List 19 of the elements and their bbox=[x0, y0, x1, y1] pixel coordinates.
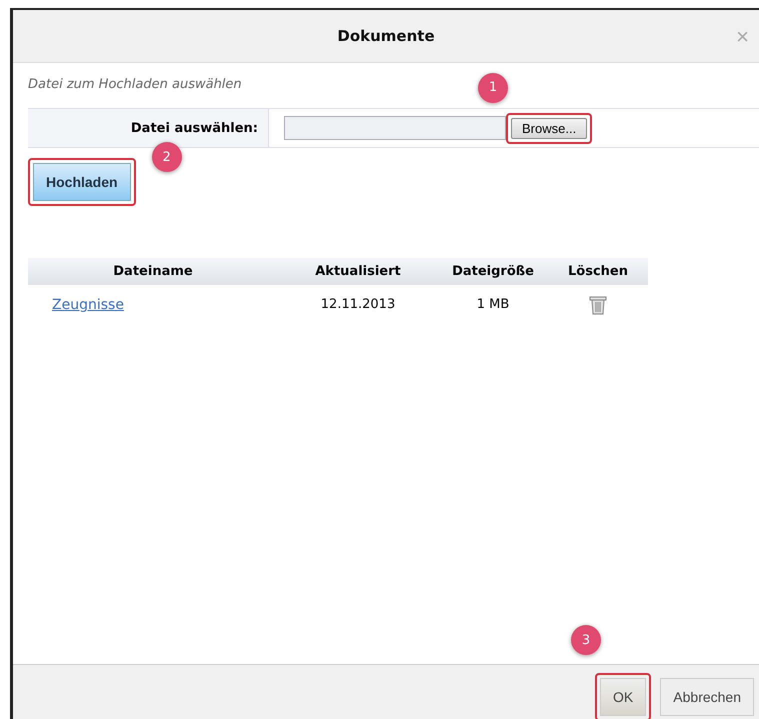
column-header: Aktualisiert bbox=[278, 258, 438, 285]
ok-button[interactable]: OK bbox=[600, 678, 646, 716]
trash-icon[interactable] bbox=[589, 295, 607, 315]
step-number: 3 bbox=[571, 625, 602, 655]
browse-button[interactable]: Browse... bbox=[511, 118, 588, 138]
step-number: 1 bbox=[478, 72, 508, 102]
table-cell-text: 1 MB bbox=[476, 296, 510, 314]
instruction-text: Datei zum Hochladen auswählen bbox=[28, 77, 242, 92]
field-label: Datei auswählen: bbox=[28, 109, 269, 147]
column-header: Dateiname bbox=[28, 258, 278, 285]
step-number: 2 bbox=[152, 142, 182, 172]
column-header: Löschen bbox=[548, 258, 648, 285]
file-path-field[interactable] bbox=[284, 116, 506, 140]
table-cell-text: 12.11.2013 bbox=[320, 296, 396, 314]
column-header: Dateigröße bbox=[438, 258, 548, 285]
file-link[interactable]: Zeugnisse bbox=[28, 285, 278, 315]
cancel-button[interactable]: Abbrechen bbox=[660, 678, 754, 716]
dialog-title: Dokumente bbox=[337, 27, 435, 45]
upload-button[interactable]: Hochladen bbox=[33, 163, 131, 201]
